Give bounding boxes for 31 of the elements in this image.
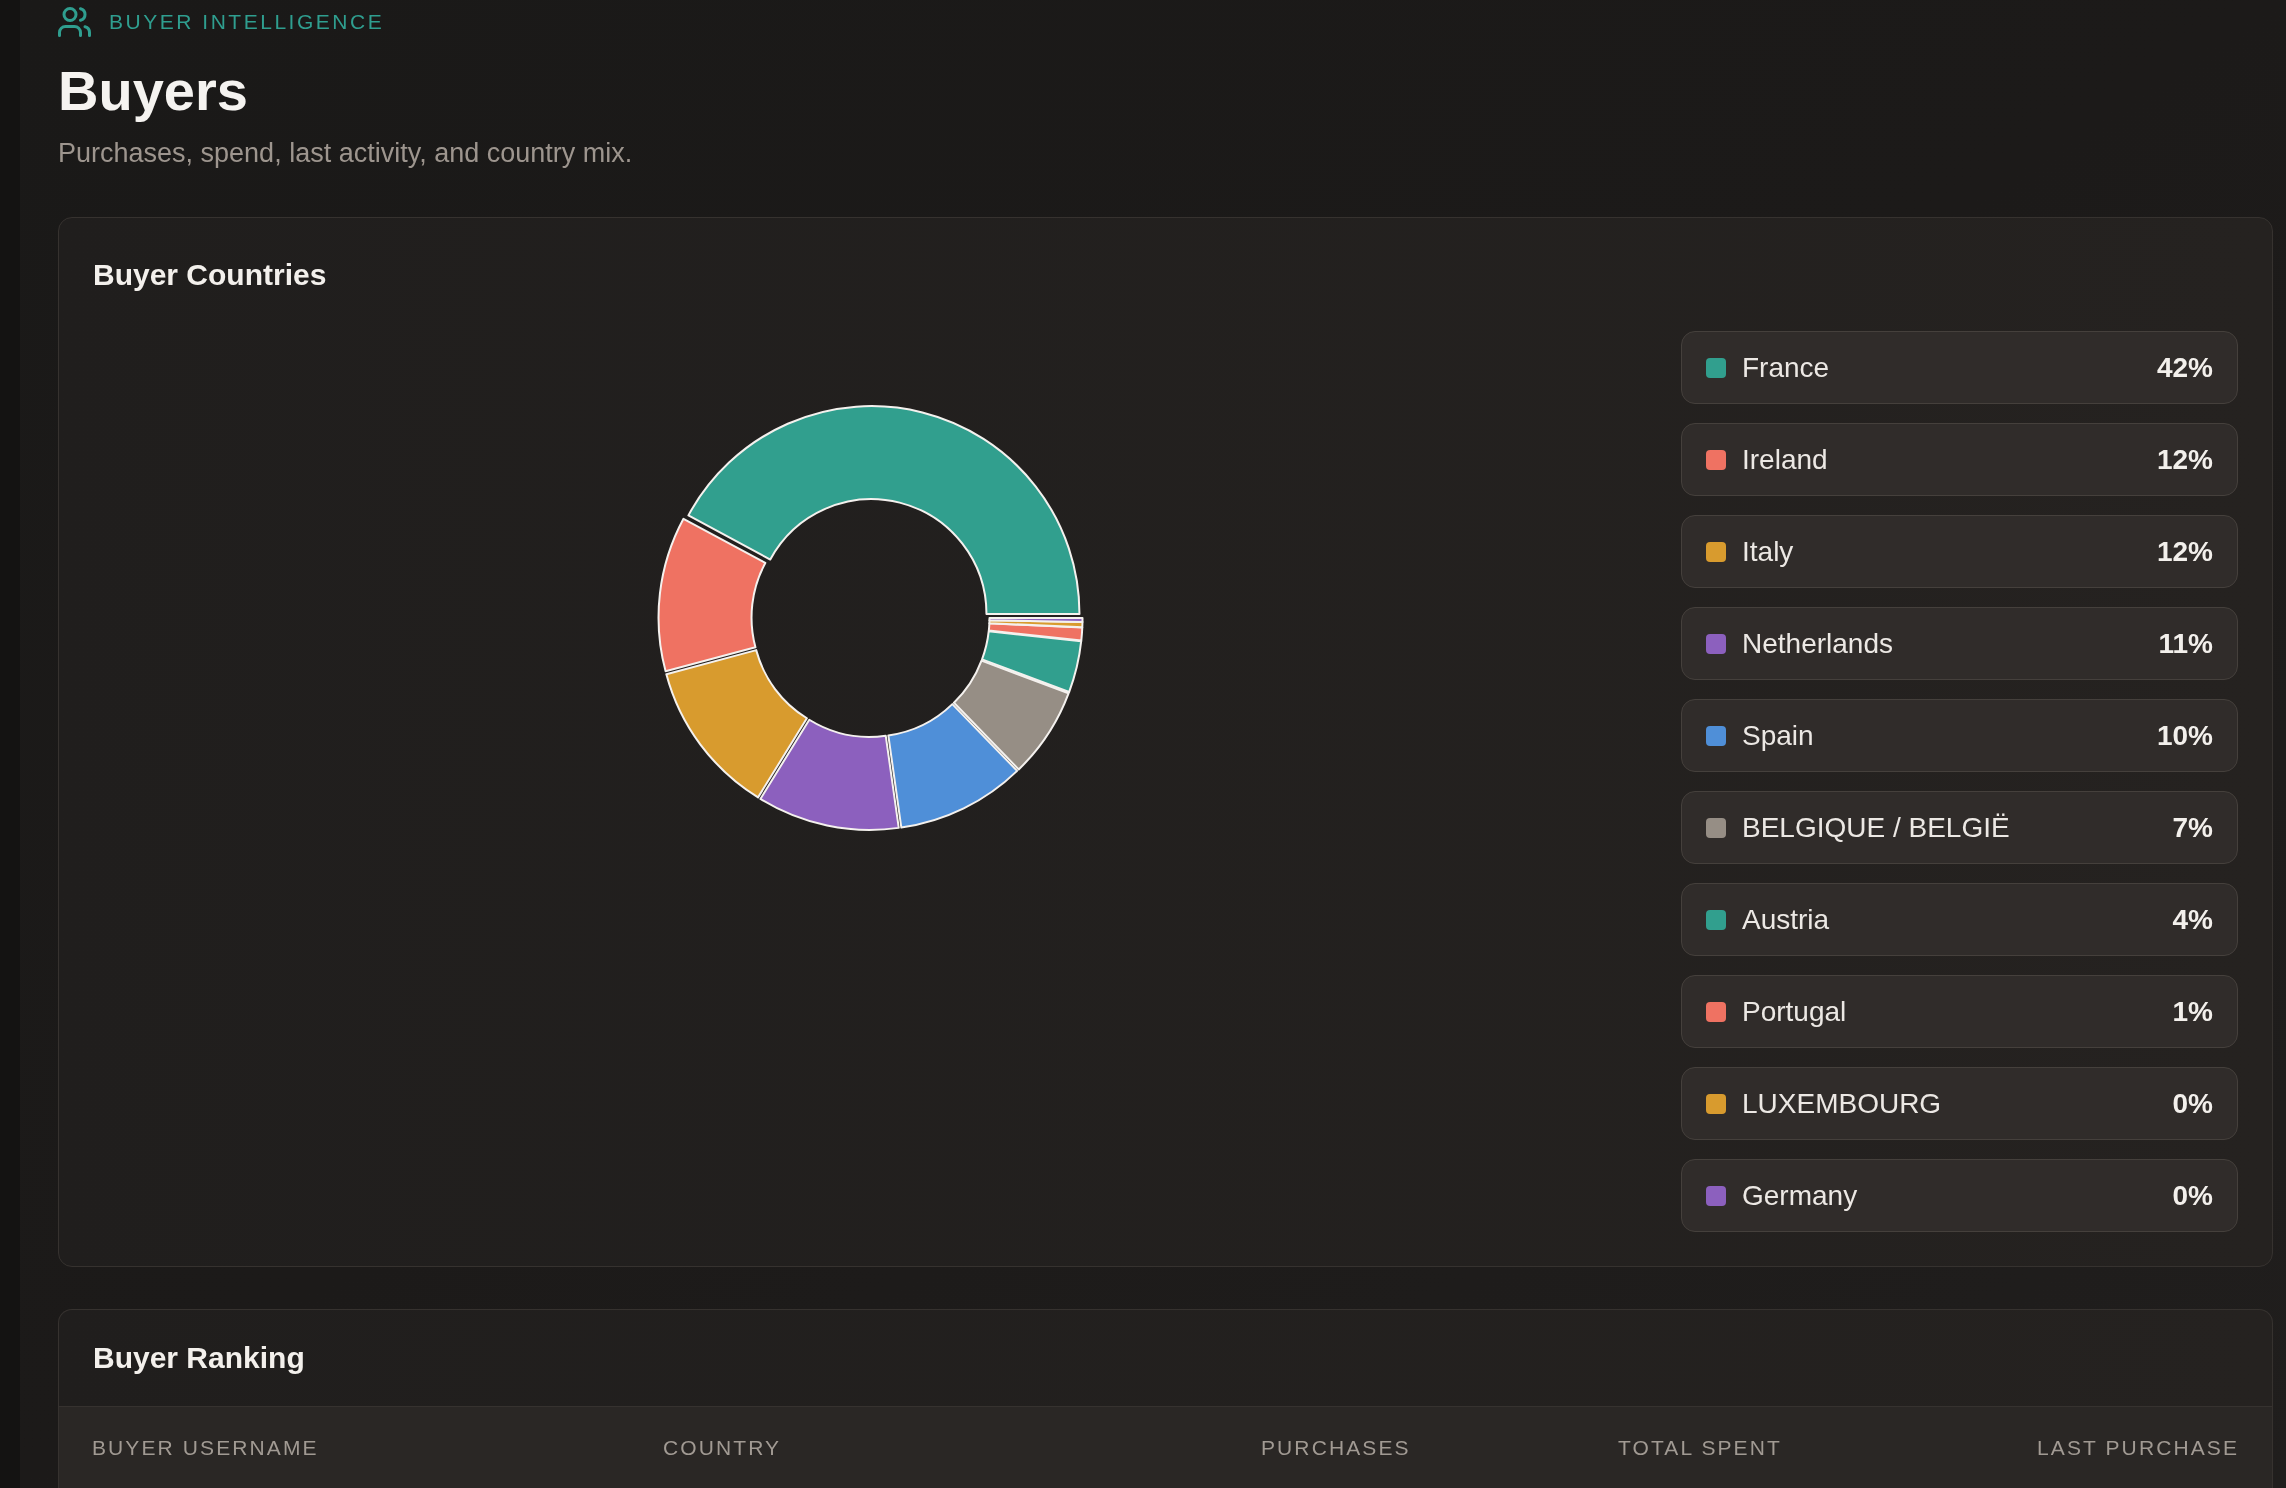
users-icon [58, 7, 91, 37]
country-label: Germany [1742, 1178, 1858, 1213]
column-header: LAST PURCHASE [2037, 1436, 2239, 1460]
section-label: BUYER INTELLIGENCE [109, 9, 385, 35]
card-title: Buyer Ranking [93, 1340, 305, 1377]
column-header: BUYER USERNAME [92, 1436, 319, 1460]
percentage-text: 11% [2158, 626, 2213, 661]
column-header: COUNTRY [663, 1436, 782, 1460]
country-label: Spain [1742, 718, 1814, 753]
percentage-text: 7% [2172, 810, 2213, 845]
country-label: Austria [1742, 902, 1830, 937]
page-title: Buyers [58, 58, 248, 124]
column-header: TOTAL SPENT [1618, 1436, 1782, 1460]
country-label: BELGIQUE / BELGIË [1742, 810, 2010, 845]
percentage-text: 1% [2172, 994, 2213, 1029]
column-header: PURCHASES [1261, 1436, 1411, 1460]
country-label: Portugal [1742, 994, 1847, 1029]
percentage-text: 12% [2156, 442, 2213, 477]
country-label: LUXEMBOURG [1742, 1086, 1942, 1121]
country-label: Italy [1742, 534, 1794, 569]
country-label: France [1742, 350, 1830, 385]
percentage-text: 42% [2156, 350, 2213, 385]
percentage-text: 0% [2172, 1086, 2213, 1121]
country-label: Ireland [1742, 442, 1828, 477]
country-label: Netherlands [1742, 626, 1893, 661]
page-subtitle: Purchases, spend, last activity, and country mix. [58, 137, 633, 171]
percentage-text: 4% [2172, 902, 2213, 937]
card-title: Buyer Countries [93, 257, 327, 294]
percentage-text: 0% [2172, 1178, 2213, 1213]
percentage-text: 12% [2156, 534, 2213, 569]
percentage-text: 10% [2156, 718, 2213, 753]
